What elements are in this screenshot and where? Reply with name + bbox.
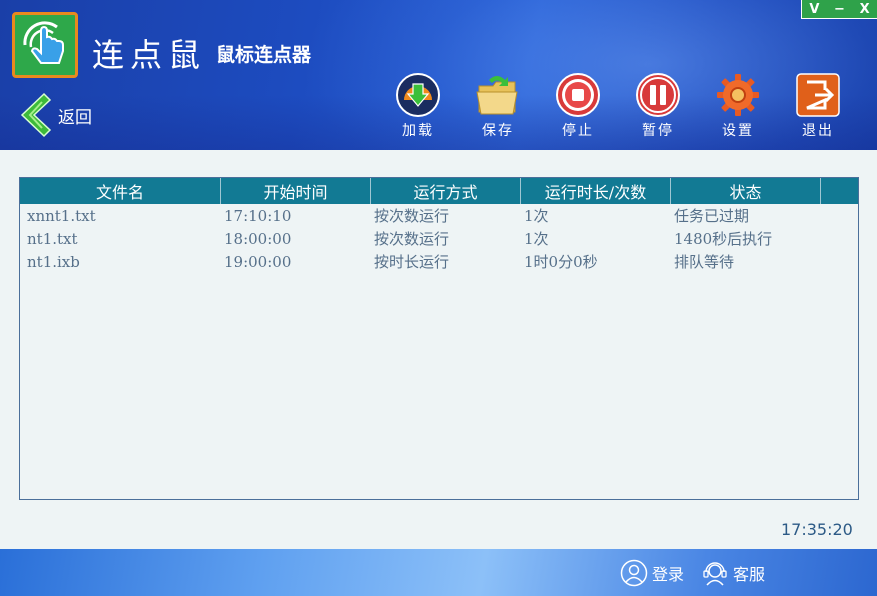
login-label: 登录 bbox=[652, 565, 685, 584]
table-header: 文件名 开始时间 运行方式 运行时长/次数 状态 bbox=[20, 178, 858, 204]
settings-button[interactable]: 设置 bbox=[698, 72, 778, 140]
cell-filename: nt1.txt bbox=[27, 229, 78, 248]
exit-label: 退出 bbox=[802, 123, 834, 139]
app-subtitle: 鼠标连点器 bbox=[216, 44, 312, 66]
exit-icon bbox=[796, 73, 840, 117]
pause-button[interactable]: 暂停 bbox=[618, 72, 698, 140]
pause-icon bbox=[636, 73, 680, 117]
column-header-run-mode[interactable]: 运行方式 bbox=[371, 178, 521, 204]
column-header-duration-count[interactable]: 运行时长/次数 bbox=[521, 178, 671, 204]
back-button[interactable]: 返回 bbox=[18, 92, 92, 138]
column-header-filename[interactable]: 文件名 bbox=[20, 178, 221, 204]
load-icon bbox=[396, 73, 440, 117]
exit-button[interactable]: 退出 bbox=[778, 72, 858, 140]
column-header-status[interactable]: 状态 bbox=[671, 178, 821, 204]
column-header-spacer bbox=[821, 178, 858, 204]
hand-pointer-icon bbox=[23, 21, 64, 64]
minimize-button[interactable]: − bbox=[834, 2, 845, 17]
folder-save-icon bbox=[476, 76, 518, 115]
footer: 登录 客服 bbox=[0, 549, 877, 596]
pause-label: 暂停 bbox=[642, 123, 674, 139]
app-title: 连点鼠 bbox=[92, 36, 207, 74]
headset-icon bbox=[703, 562, 727, 586]
table-row[interactable]: xnnt1.txt 17:10:10 按次数运行 1次 任务已过期 bbox=[20, 204, 858, 227]
cell-start-time: 18:00:00 bbox=[224, 229, 292, 248]
back-label: 返回 bbox=[58, 107, 92, 128]
cell-run-mode: 按次数运行 bbox=[374, 230, 450, 248]
settings-label: 设置 bbox=[722, 123, 754, 139]
user-icon bbox=[620, 559, 648, 587]
save-button[interactable]: 保存 bbox=[458, 72, 538, 140]
cell-filename: nt1.ixb bbox=[27, 252, 80, 271]
cell-duration-count: 1次 bbox=[524, 207, 549, 225]
cell-run-mode: 按时长运行 bbox=[374, 253, 450, 271]
cell-status: 1480秒后执行 bbox=[674, 230, 773, 248]
support-button[interactable]: 客服 bbox=[701, 559, 765, 587]
stop-button[interactable]: 停止 bbox=[538, 72, 618, 140]
login-button[interactable]: 登录 bbox=[620, 559, 684, 587]
support-label: 客服 bbox=[733, 565, 766, 584]
cell-start-time: 19:00:00 bbox=[224, 252, 292, 271]
table-row[interactable]: nt1.ixb 19:00:00 按时长运行 1时0分0秒 排队等待 bbox=[20, 250, 858, 273]
gear-icon bbox=[717, 74, 759, 116]
stop-label: 停止 bbox=[562, 123, 594, 139]
app-logo bbox=[12, 12, 78, 78]
cell-duration-count: 1时0分0秒 bbox=[524, 253, 598, 271]
stop-icon bbox=[556, 73, 600, 117]
save-label: 保存 bbox=[482, 123, 514, 139]
window-controls: V − X bbox=[801, 0, 877, 19]
header: 连点鼠 鼠标连点器 返回 加载 保存 停止 暂停 设置 退出 bbox=[0, 0, 877, 150]
toolbar: 加载 保存 停止 暂停 设置 退出 bbox=[378, 72, 858, 140]
cell-status: 任务已过期 bbox=[674, 207, 750, 225]
cell-filename: xnnt1.txt bbox=[27, 206, 96, 225]
task-table: 文件名 开始时间 运行方式 运行时长/次数 状态 xnnt1.txt 17:10… bbox=[19, 177, 859, 500]
cell-start-time: 17:10:10 bbox=[224, 206, 292, 225]
chevron-left-icon bbox=[20, 92, 52, 138]
cell-run-mode: 按次数运行 bbox=[374, 207, 450, 225]
load-button[interactable]: 加载 bbox=[378, 72, 458, 140]
clock: 17:35:20 bbox=[781, 520, 853, 539]
cell-duration-count: 1次 bbox=[524, 230, 549, 248]
close-button[interactable]: X bbox=[860, 2, 870, 17]
column-header-start-time[interactable]: 开始时间 bbox=[221, 178, 371, 204]
cell-status: 排队等待 bbox=[674, 253, 735, 271]
load-label: 加载 bbox=[402, 123, 434, 139]
table-row[interactable]: nt1.txt 18:00:00 按次数运行 1次 1480秒后执行 bbox=[20, 227, 858, 250]
dropdown-button[interactable]: V bbox=[809, 2, 819, 17]
